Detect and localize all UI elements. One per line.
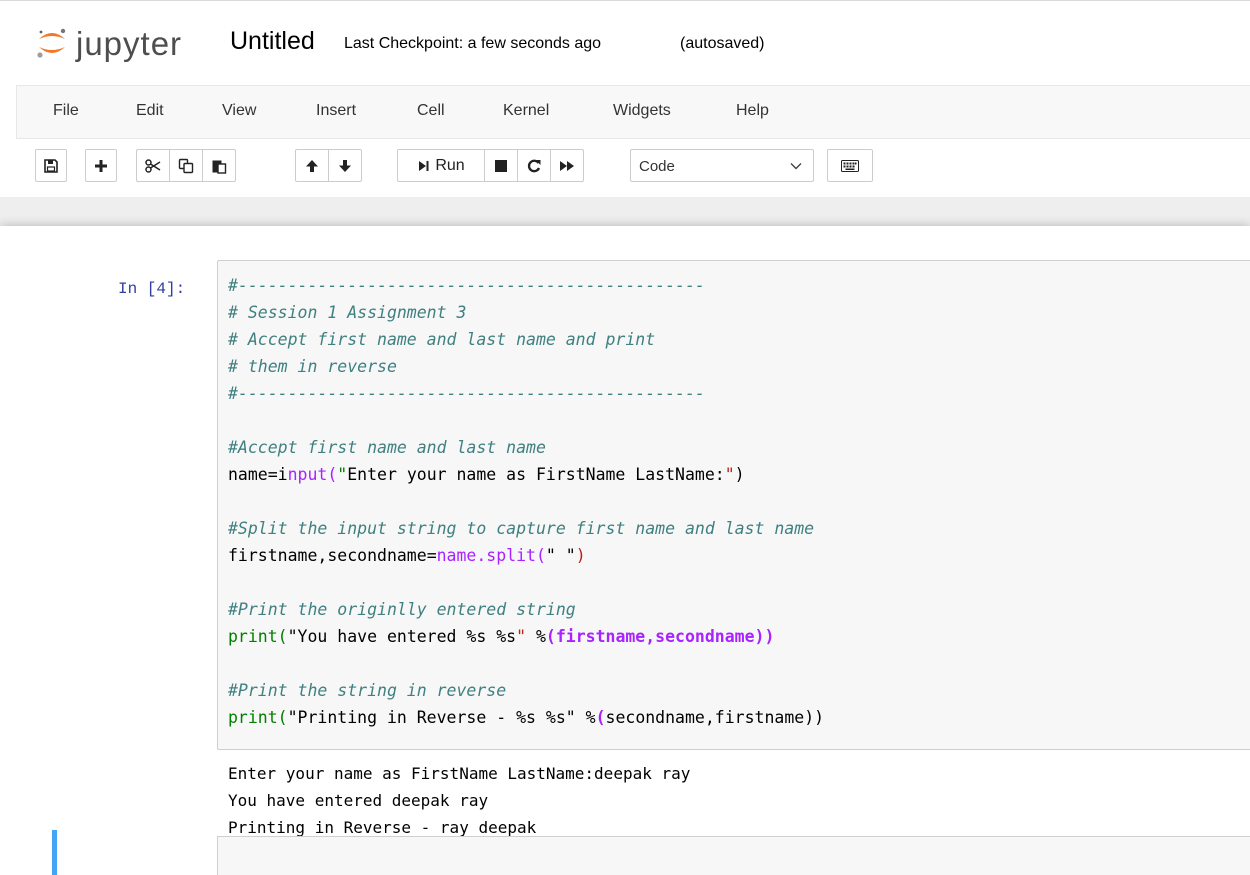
code-line-highlighted: name=input("Enter your name as FirstName…	[228, 465, 745, 484]
move-down-button[interactable]	[328, 149, 362, 182]
run-group: Run	[397, 149, 584, 182]
code-line: #Print the originlly entered string	[228, 600, 576, 619]
restart-run-all-button[interactable]	[550, 149, 584, 182]
menu-edit[interactable]: Edit	[136, 102, 164, 120]
code-line-highlighted: print("You have entered %s %s" %(firstna…	[228, 627, 775, 646]
jupyter-logo-text: jupyter	[76, 25, 183, 62]
keyboard-icon	[841, 159, 859, 172]
plus-icon	[95, 159, 107, 172]
restart-icon	[527, 159, 541, 172]
interrupt-kernel-button[interactable]	[484, 149, 518, 182]
run-button-label: Run	[435, 156, 465, 174]
cell-type-select[interactable]: Code	[630, 149, 814, 182]
paste-icon	[212, 160, 227, 174]
menubar: File Edit View Insert Cell Kernel Widget…	[16, 85, 1250, 139]
cell-type-value: Code	[639, 158, 675, 175]
save-icon	[44, 158, 58, 173]
checkpoint-status: Last Checkpoint: a few seconds ago	[344, 35, 602, 52]
code-line-highlighted: firstname,secondname=name.split(" ")	[228, 546, 586, 565]
chevron-down-icon	[790, 163, 802, 170]
keyboard-group	[827, 149, 873, 182]
code-line: #Split the input string to capture first…	[228, 519, 815, 538]
copy-icon	[178, 158, 194, 173]
autosave-status: (autosaved)	[680, 35, 765, 52]
menu-widgets[interactable]: Widgets	[613, 102, 671, 120]
toolbar: Run Code	[0, 147, 1250, 193]
clipboard-group	[136, 149, 236, 182]
notebook-name[interactable]: Untitled	[230, 27, 315, 56]
arrow-down-icon	[339, 159, 351, 172]
next-code-cell-input[interactable]	[217, 836, 1250, 875]
cut-icon	[145, 158, 161, 173]
input-prompt: In [4]:	[118, 280, 186, 298]
code-line: #---------------------------------------…	[228, 384, 705, 403]
header-bar: jupyter Untitled Last Checkpoint: a few …	[0, 13, 1250, 73]
menu-help[interactable]: Help	[736, 102, 769, 120]
menu-file[interactable]: File	[53, 102, 79, 120]
move-group	[295, 149, 362, 182]
fast-forward-icon	[560, 160, 574, 171]
output-line: Enter your name as FirstName LastName:de…	[228, 764, 691, 783]
insert-cell-button[interactable]	[85, 149, 117, 182]
code-line: #Print the string in reverse	[228, 681, 507, 700]
code-line: # Session 1 Assignment 3	[228, 303, 467, 322]
restart-kernel-button[interactable]	[517, 149, 551, 182]
menu-view[interactable]: View	[222, 102, 256, 120]
output-line: You have entered deepak ray	[228, 791, 489, 810]
menu-kernel[interactable]: Kernel	[503, 102, 549, 120]
notebook-container: In [4]: #-------------------------------…	[0, 226, 1250, 875]
save-button[interactable]	[35, 149, 67, 182]
code-line: #---------------------------------------…	[228, 276, 705, 295]
next-code-cell[interactable]	[52, 830, 1250, 875]
cut-button[interactable]	[136, 149, 170, 182]
move-up-button[interactable]	[295, 149, 329, 182]
menu-insert[interactable]: Insert	[316, 102, 356, 120]
insert-group	[85, 149, 117, 182]
command-palette-button[interactable]	[827, 149, 873, 182]
jupyter-logo[interactable]: jupyter	[34, 21, 224, 65]
code-line: # Accept first name and last name and pr…	[228, 330, 656, 349]
code-line: # them in reverse	[228, 357, 397, 376]
jupyter-logo-icon	[37, 28, 66, 58]
paste-button[interactable]	[202, 149, 236, 182]
header: jupyter Untitled Last Checkpoint: a few …	[0, 0, 1250, 197]
code-line-highlighted: print("Printing in Reverse - %s %s" %(se…	[228, 708, 825, 727]
code-line: #Accept first name and last name	[228, 438, 546, 457]
run-button[interactable]: Run	[397, 149, 485, 182]
save-group	[35, 149, 67, 182]
arrow-up-icon	[306, 159, 318, 172]
menu-cell[interactable]: Cell	[417, 102, 445, 120]
stop-icon	[495, 159, 507, 172]
run-icon	[419, 160, 429, 171]
copy-button[interactable]	[169, 149, 203, 182]
code-cell-input[interactable]: #---------------------------------------…	[217, 260, 1250, 750]
